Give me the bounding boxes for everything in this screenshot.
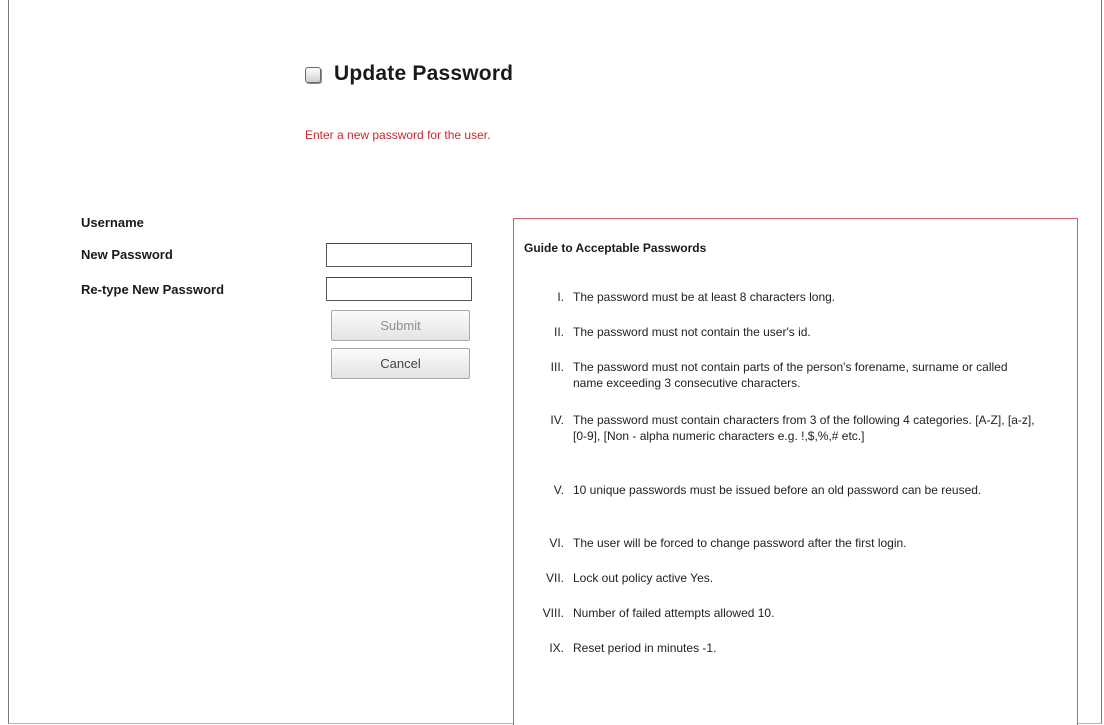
submit-button[interactable]: Submit [331, 310, 470, 341]
username-label: Username [81, 215, 144, 230]
page-title: Update Password [334, 62, 514, 85]
rule-number: VI. [549, 536, 564, 550]
rule-number: IV. [550, 413, 564, 427]
rule-text: The user will be forced to change passwo… [573, 536, 907, 550]
rule-text: Lock out policy active Yes. [573, 571, 714, 585]
retype-password-input[interactable] [326, 277, 472, 301]
rule-number: V. [553, 483, 564, 497]
rule-text: The password must contain characters fro… [573, 413, 1035, 443]
rule-number: VII. [545, 571, 564, 585]
rule-text: Reset period in minutes -1. [573, 641, 717, 655]
rule-number: IX. [549, 641, 564, 655]
rule-text: The password must be at least 8 characte… [573, 290, 836, 304]
rule-number: I. [557, 290, 564, 304]
rule-text: Number of failed attempts allowed 10. [573, 606, 775, 620]
instruction-text: Enter a new password for the user. [305, 128, 491, 142]
window-checkbox-icon [305, 67, 321, 83]
rule-number: II. [553, 325, 564, 339]
new-password-label: New Password [81, 247, 173, 262]
rule-number: VIII. [542, 606, 564, 620]
retype-password-label: Re-type New Password [81, 282, 225, 297]
password-guide-panel: Guide to Acceptable Passwords I. The pas… [513, 218, 1078, 725]
new-password-input[interactable] [326, 243, 472, 267]
cancel-button[interactable]: Cancel [331, 348, 470, 379]
rule-text: The password must not contain the user's… [573, 325, 811, 339]
page-header: Update Password [305, 62, 513, 86]
rule-text: The password must not contain parts of t… [573, 360, 1008, 390]
rule-number: III. [550, 360, 564, 374]
guide-title: Guide to Acceptable Passwords [524, 241, 707, 255]
rule-text: 10 unique passwords must be issued befor… [573, 483, 982, 497]
